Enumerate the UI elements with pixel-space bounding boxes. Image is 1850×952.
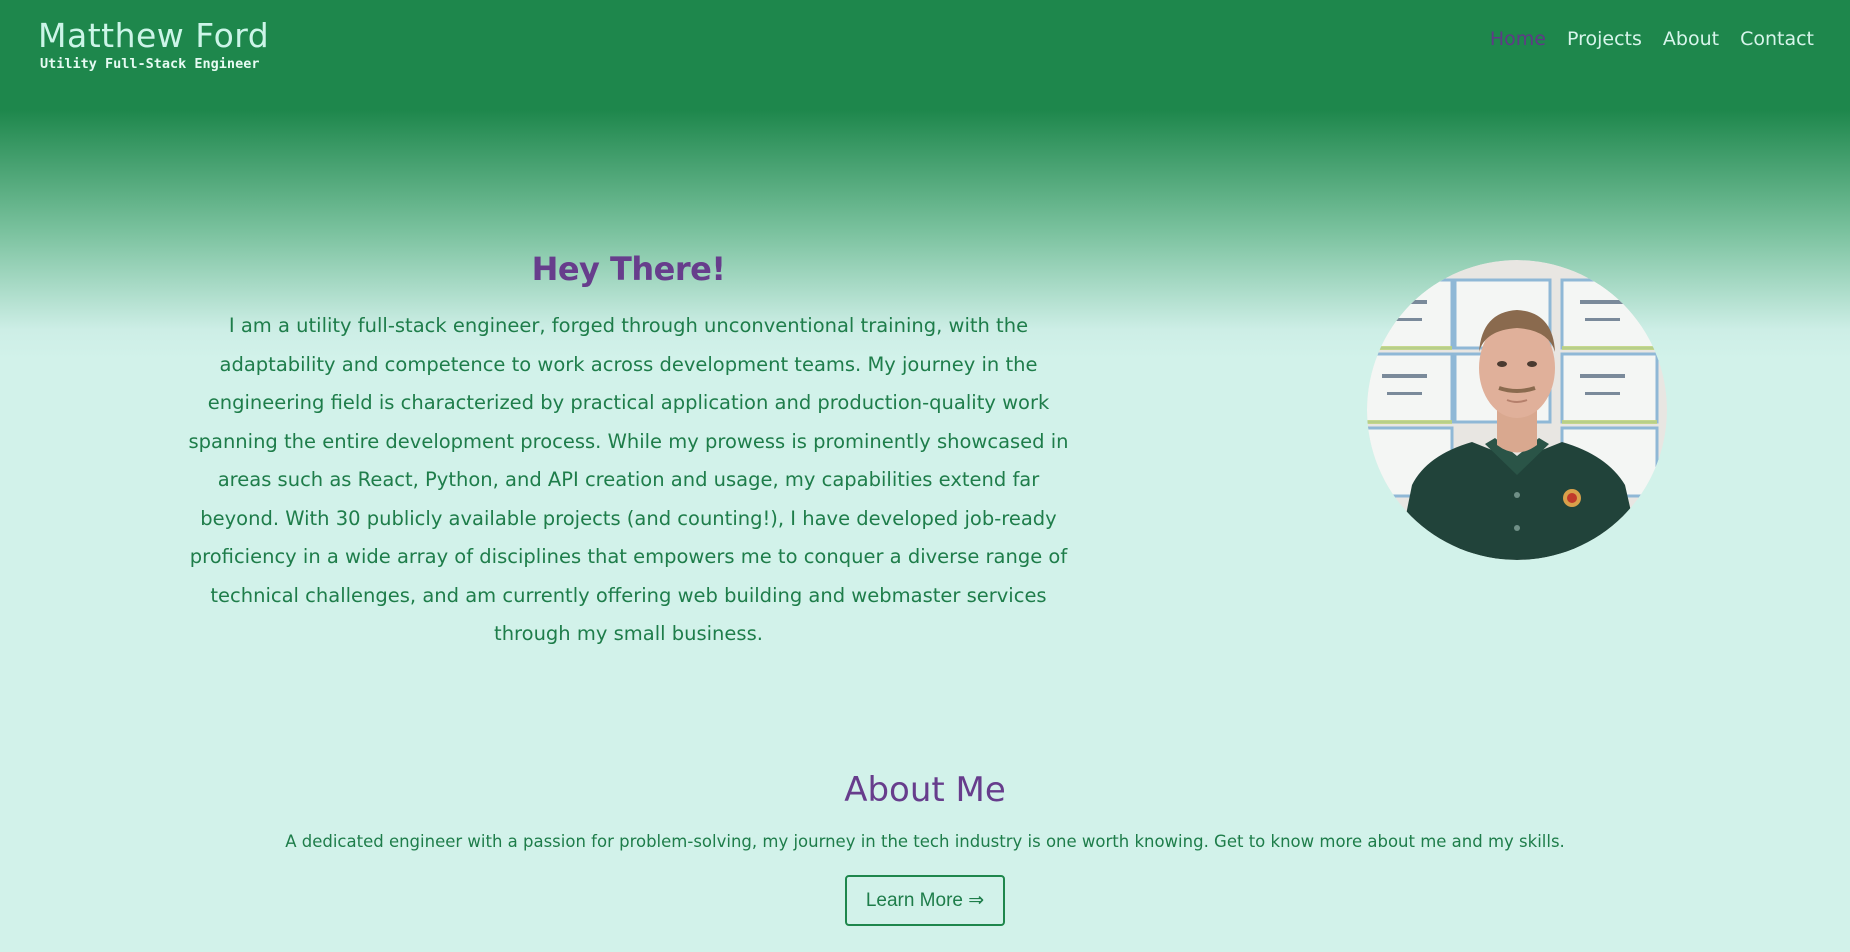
- profile-photo: [1367, 260, 1667, 560]
- nav-home[interactable]: Home: [1490, 28, 1546, 50]
- about-title: About Me: [844, 770, 1006, 810]
- hero-title: Hey There!: [531, 250, 726, 288]
- hero-section: Hey There! I am a utility full-stack eng…: [180, 250, 1077, 654]
- hero-intro-text: I am a utility full-stack engineer, forg…: [188, 314, 1069, 645]
- about-section: About Me A dedicated engineer with a pas…: [0, 770, 1850, 926]
- brand-name: Matthew Ford: [38, 16, 270, 55]
- nav-contact[interactable]: Contact: [1740, 28, 1814, 50]
- brand-tagline: Utility Full-Stack Engineer: [40, 56, 260, 72]
- main-nav: Home Projects About Contact: [1490, 28, 1814, 50]
- nav-projects[interactable]: Projects: [1567, 28, 1642, 50]
- profile-photo-illustration: [1367, 260, 1667, 560]
- site-header: Matthew Ford Utility Full-Stack Engineer…: [0, 0, 1850, 100]
- learn-more-button[interactable]: Learn More ⇒: [844, 875, 1006, 926]
- nav-about[interactable]: About: [1663, 28, 1719, 50]
- about-summary-text: A dedicated engineer with a passion for …: [285, 832, 1565, 851]
- brand[interactable]: Matthew Ford Utility Full-Stack Engineer: [38, 16, 269, 72]
